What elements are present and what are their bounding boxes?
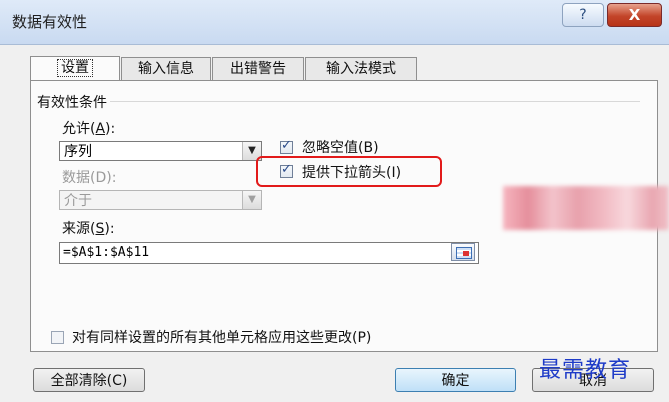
clear-all-button[interactable]: 全部清除(C): [33, 368, 145, 392]
section-title: 有效性条件: [37, 95, 107, 111]
redacted-area: [503, 186, 669, 230]
window-title: 数据有效性: [12, 13, 88, 31]
data-validation-dialog: 数据有效性 ? X 设置 输入信息 出错警告 输入法模式 有效性条件 允许(A)…: [0, 0, 669, 402]
apply-all-label: 对有同样设置的所有其他单元格应用这些更改(P): [72, 330, 372, 346]
allow-label: 允许(A):: [62, 121, 116, 137]
chevron-down-icon[interactable]: ▼: [242, 191, 261, 209]
allow-select[interactable]: 序列 ▼: [59, 141, 262, 161]
data-label: 数据(D):: [62, 170, 117, 186]
ok-button[interactable]: 确定: [395, 368, 516, 392]
help-button[interactable]: ?: [562, 3, 604, 27]
data-value: 介于: [64, 193, 92, 209]
tab-settings[interactable]: 设置: [30, 56, 120, 82]
allow-value: 序列: [64, 144, 92, 160]
highlight-box: [256, 156, 442, 187]
tab-ime-mode[interactable]: 输入法模式: [305, 57, 417, 81]
range-select-button[interactable]: [451, 243, 475, 261]
range-select-icon-mark: [463, 251, 469, 256]
tab-input-message[interactable]: 输入信息: [121, 57, 211, 81]
close-button[interactable]: X: [607, 3, 662, 27]
title-bar[interactable]: 数据有效性 ? X: [0, 0, 669, 45]
source-input[interactable]: =$A$1:$A$11: [59, 242, 479, 264]
watermark-text: 最需教育: [539, 358, 632, 383]
ignore-blank-label: 忽略空值(B): [302, 140, 379, 156]
section-divider: [110, 101, 640, 102]
data-select[interactable]: 介于 ▼: [59, 190, 262, 210]
ignore-blank-checkbox[interactable]: ✓: [280, 138, 293, 154]
tab-error-alert[interactable]: 出错警告: [212, 57, 304, 81]
apply-all-checkbox[interactable]: [51, 331, 64, 344]
source-label: 来源(S):: [62, 221, 115, 237]
checkmark-icon: ✓: [281, 138, 292, 153]
